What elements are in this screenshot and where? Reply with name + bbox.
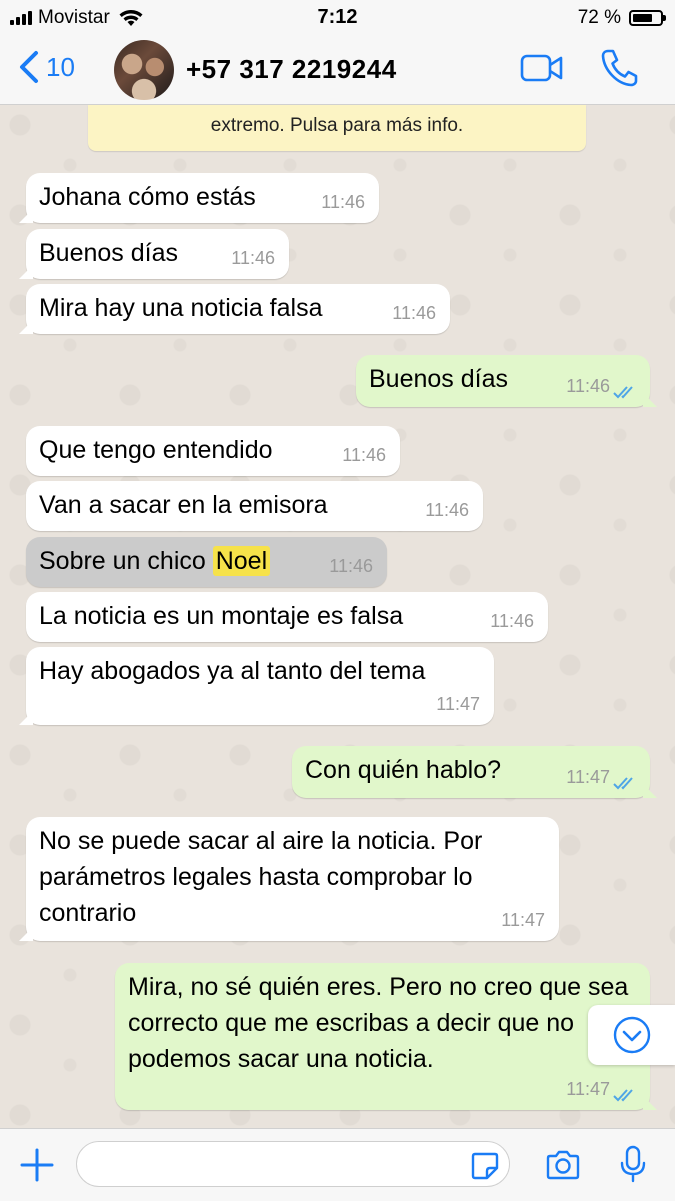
message-input[interactable] bbox=[76, 1141, 510, 1187]
status-right: 72 % bbox=[577, 7, 666, 29]
message-text: Hay abogados ya al tanto del tema bbox=[39, 657, 426, 685]
message-text: Sobre un chico Noel bbox=[39, 543, 271, 579]
message-time: 11:47 bbox=[566, 1079, 610, 1099]
read-receipt-icon bbox=[613, 386, 633, 399]
read-receipt-icon bbox=[613, 1089, 633, 1102]
message-bubble[interactable]: Buenos días 11:46 bbox=[26, 229, 289, 279]
message-bubble[interactable]: Hay abogados ya al tanto del tema 11:47 bbox=[26, 647, 494, 725]
message-time: 11:46 bbox=[342, 445, 386, 465]
unread-count: 10 bbox=[46, 51, 75, 82]
chat-header: 10 +57 317 2219244 bbox=[0, 36, 675, 105]
phone-icon[interactable] bbox=[600, 48, 638, 88]
encryption-notice[interactable]: extremo. Pulsa para más info. bbox=[88, 105, 586, 151]
message-time: 11:46 bbox=[231, 248, 275, 268]
message-time: 11:46 bbox=[392, 303, 436, 323]
battery-fill bbox=[633, 14, 652, 22]
contact-name[interactable]: +57 317 2219244 bbox=[186, 54, 397, 85]
message-text: La noticia es un montaje es falsa bbox=[39, 602, 404, 630]
input-bar bbox=[0, 1128, 675, 1201]
attach-plus-icon[interactable] bbox=[20, 1148, 54, 1182]
microphone-icon[interactable] bbox=[620, 1145, 646, 1183]
battery-icon bbox=[629, 10, 666, 26]
message-time: 11:46 bbox=[490, 611, 534, 631]
message-text: Mira, no sé quién eres. Pero no creo que… bbox=[128, 973, 629, 1073]
message-bubble[interactable]: La noticia es un montaje es falsa 11:46 bbox=[26, 592, 548, 642]
message-text: Buenos días bbox=[369, 365, 508, 393]
video-call-icon[interactable] bbox=[520, 53, 564, 83]
search-highlight: Noel bbox=[212, 546, 271, 576]
message-time: 11:46 bbox=[425, 500, 469, 520]
chevron-down-icon bbox=[613, 1016, 651, 1054]
message-text: Buenos días bbox=[39, 239, 178, 267]
message-text: Con quién hablo? bbox=[305, 756, 501, 784]
chevron-left-icon bbox=[20, 51, 38, 83]
message-time: 11:46 bbox=[321, 192, 365, 212]
message-bubble-selected[interactable]: Sobre un chico Noel 11:46 bbox=[26, 537, 387, 587]
message-bubble[interactable]: Que tengo entendido 11:46 bbox=[26, 426, 400, 476]
message-text: Van a sacar en la emisora bbox=[39, 491, 328, 519]
message-bubble[interactable]: Van a sacar en la emisora 11:46 bbox=[26, 481, 483, 531]
message-text: No se puede sacar al aire la noticia. Po… bbox=[39, 827, 483, 927]
status-time: 7:12 bbox=[317, 6, 358, 28]
message-text-part: Sobre un chico bbox=[39, 547, 213, 575]
message-time: 11:47 bbox=[566, 767, 610, 787]
status-bar: Movistar 7:12 72 % bbox=[0, 0, 675, 36]
message-text: Que tengo entendido bbox=[39, 436, 273, 464]
camera-icon[interactable] bbox=[545, 1150, 581, 1180]
sticker-icon[interactable] bbox=[470, 1151, 500, 1181]
battery-percent: 72 % bbox=[577, 7, 621, 28]
avatar[interactable] bbox=[114, 40, 174, 100]
message-bubble[interactable]: No se puede sacar al aire la noticia. Po… bbox=[26, 817, 559, 941]
message-bubble[interactable]: Mira hay una noticia falsa 11:46 bbox=[26, 284, 450, 334]
message-time: 11:47 bbox=[501, 910, 545, 930]
scroll-to-bottom-button[interactable] bbox=[588, 1005, 675, 1065]
message-time: 11:46 bbox=[566, 376, 610, 396]
back-button[interactable]: 10 bbox=[18, 50, 75, 84]
message-bubble[interactable]: Johana cómo estás 11:46 bbox=[26, 173, 379, 223]
read-receipt-icon bbox=[613, 777, 633, 790]
message-bubble[interactable]: Con quién hablo? 11:47 bbox=[292, 746, 650, 798]
encryption-notice-text: extremo. Pulsa para más info. bbox=[210, 115, 464, 136]
message-text: Mira hay una noticia falsa bbox=[39, 294, 323, 322]
message-text: Johana cómo estás bbox=[39, 183, 256, 211]
message-bubble[interactable]: Buenos días 11:46 bbox=[356, 355, 650, 407]
chat-area[interactable]: extremo. Pulsa para más info. Johana cóm… bbox=[0, 105, 675, 1128]
message-time: 11:47 bbox=[436, 694, 480, 714]
message-time: 11:46 bbox=[329, 556, 373, 576]
message-bubble[interactable]: Mira, no sé quién eres. Pero no creo que… bbox=[115, 963, 650, 1110]
